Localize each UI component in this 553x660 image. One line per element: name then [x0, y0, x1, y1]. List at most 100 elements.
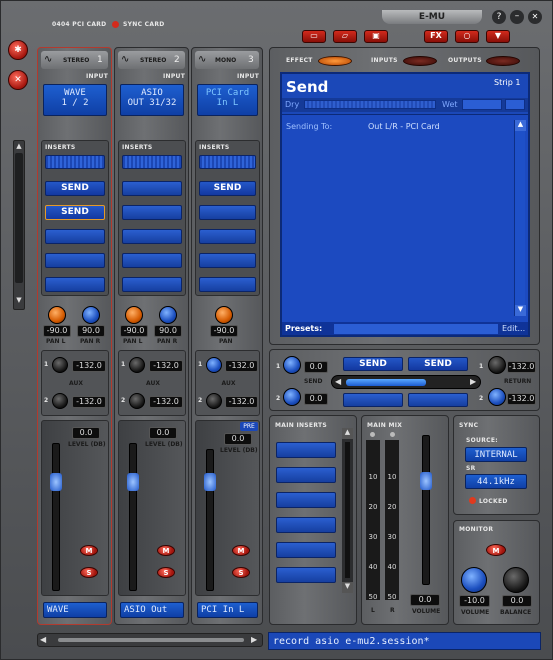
help-icon[interactable]: ? [492, 10, 506, 24]
scroll-up-icon[interactable]: ▲ [515, 120, 526, 131]
monitor-balance-knob[interactable] [503, 567, 529, 593]
scrollbar-thumb[interactable] [15, 153, 23, 283]
scroll-up-icon[interactable]: ▲ [342, 428, 353, 439]
pan-r-value[interactable]: 90.0 [154, 325, 182, 337]
record-button[interactable]: ○ [455, 30, 479, 43]
save-session-button[interactable]: ▣ [364, 30, 388, 43]
pan-l-value[interactable]: -90.0 [120, 325, 148, 337]
main-send-3[interactable] [343, 393, 403, 407]
new-session-button[interactable]: ▭ [302, 30, 326, 43]
insert-slot-3[interactable] [45, 229, 105, 244]
return-1-value[interactable]: -132.0 [507, 361, 536, 373]
tab-inputs[interactable] [403, 56, 437, 66]
solo-button[interactable]: S [80, 567, 98, 578]
pan-l-knob[interactable] [125, 306, 143, 324]
level-value[interactable]: 0.0 [149, 427, 177, 439]
scroll-left-icon[interactable]: ◀ [40, 635, 46, 644]
level-fader[interactable] [129, 443, 137, 591]
insert-slot-5[interactable] [45, 277, 105, 292]
level-value[interactable]: 0.0 [224, 433, 252, 445]
input-selector[interactable]: ASIO OUT 31/32 [120, 84, 184, 116]
insert-slot-1[interactable]: SEND [199, 181, 256, 196]
scrollbar-track[interactable] [345, 442, 350, 578]
source-value[interactable]: INTERNAL [465, 447, 527, 462]
aux-2-value[interactable]: -132.0 [149, 396, 183, 408]
monitor-volume-knob[interactable] [461, 567, 487, 593]
aux-1-knob[interactable] [129, 357, 145, 373]
main-send-2[interactable]: SEND [408, 357, 468, 371]
close-button[interactable]: ✕ [8, 70, 28, 90]
scroll-up-icon[interactable]: ▲ [13, 142, 25, 152]
pan-r-knob[interactable] [82, 306, 100, 324]
close-window-icon[interactable]: ✕ [528, 10, 542, 24]
input-selector[interactable]: PCI Card In L [197, 84, 258, 116]
aux-2-knob[interactable] [129, 393, 145, 409]
main-inserts-scrollbar[interactable]: ▲ ▼ [342, 428, 353, 593]
strips-hscrollbar[interactable]: ◀ ▶ [37, 633, 263, 647]
pan-r-knob[interactable] [159, 306, 177, 324]
sr-value[interactable]: 44.1kHz [465, 474, 527, 489]
return-1-knob[interactable] [488, 356, 506, 374]
fx-button[interactable]: FX [424, 30, 448, 43]
insert-slot-1[interactable]: SEND [45, 181, 105, 196]
solo-button[interactable]: S [232, 567, 250, 578]
send-aux-1-value[interactable]: 0.0 [304, 361, 328, 373]
input-selector[interactable]: WAVE 1 / 2 [43, 84, 107, 116]
hscroll-thumb[interactable] [58, 638, 244, 642]
strip-name[interactable]: ASIO Out [120, 602, 184, 618]
presets-field[interactable] [334, 324, 498, 334]
main-insert-slot-6[interactable] [276, 567, 336, 583]
fader-thumb[interactable] [204, 473, 216, 491]
insert-slot-1[interactable] [122, 181, 182, 196]
scroll-down-icon[interactable]: ▼ [515, 305, 526, 316]
wet-value-box[interactable] [462, 99, 502, 110]
scroll-left-icon[interactable]: ◀ [335, 377, 341, 386]
send-scroll-thumb[interactable] [346, 379, 426, 386]
main-volume-fader[interactable] [422, 435, 430, 585]
main-insert-slot-3[interactable] [276, 492, 336, 508]
main-insert-slot-5[interactable] [276, 542, 336, 558]
insert-slot-2[interactable] [122, 205, 182, 220]
insert-slot-4[interactable] [199, 253, 256, 268]
level-fader[interactable] [52, 443, 60, 591]
tab-outputs[interactable] [486, 56, 520, 66]
main-insert-slot-4[interactable] [276, 517, 336, 533]
pan-l-value[interactable]: -90.0 [43, 325, 71, 337]
send-scroll[interactable]: ◀ ▶ [331, 375, 481, 389]
insert-slot-3[interactable] [122, 229, 182, 244]
dropdown-button[interactable]: ▼ [486, 30, 510, 43]
level-value[interactable]: 0.0 [72, 427, 100, 439]
aux-2-knob[interactable] [206, 393, 222, 409]
aux-1-knob[interactable] [206, 357, 222, 373]
strip-name[interactable]: WAVE [43, 602, 107, 618]
strip-scrollbar[interactable] [13, 140, 25, 310]
main-insert-slot-1[interactable] [276, 442, 336, 458]
pan-value[interactable]: -90.0 [210, 325, 238, 337]
monitor-mute-button[interactable]: M [486, 544, 506, 556]
wet-percent-box[interactable] [505, 99, 525, 110]
aux-1-knob[interactable] [52, 357, 68, 373]
main-send-1[interactable]: SEND [343, 357, 403, 371]
pre-button[interactable]: PRE [240, 422, 258, 431]
pan-knob[interactable] [215, 306, 233, 324]
aux-1-value[interactable]: -132.0 [149, 360, 183, 372]
main-fader-thumb[interactable] [420, 472, 432, 490]
main-insert-slot-2[interactable] [276, 467, 336, 483]
scroll-right-icon[interactable]: ▶ [251, 635, 257, 644]
send-aux-1-knob[interactable] [283, 356, 301, 374]
return-2-value[interactable]: -132.0 [507, 393, 536, 405]
monitor-volume-value[interactable]: -10.0 [459, 595, 490, 607]
aux-2-value[interactable]: -132.0 [225, 396, 258, 408]
open-session-button[interactable]: ▱ [333, 30, 357, 43]
fader-thumb[interactable] [50, 473, 62, 491]
fader-thumb[interactable] [127, 473, 139, 491]
insert-slot-2[interactable] [199, 205, 256, 220]
main-send-4[interactable] [408, 393, 468, 407]
monitor-balance-value[interactable]: 0.0 [502, 595, 532, 607]
insert-slot-4[interactable] [45, 253, 105, 268]
aux-2-knob[interactable] [52, 393, 68, 409]
strip-name[interactable]: PCI In L [197, 602, 258, 618]
sending-to-value[interactable]: Out L/R - PCI Card [368, 122, 440, 131]
tab-effect[interactable] [318, 56, 352, 66]
pan-r-value[interactable]: 90.0 [77, 325, 105, 337]
